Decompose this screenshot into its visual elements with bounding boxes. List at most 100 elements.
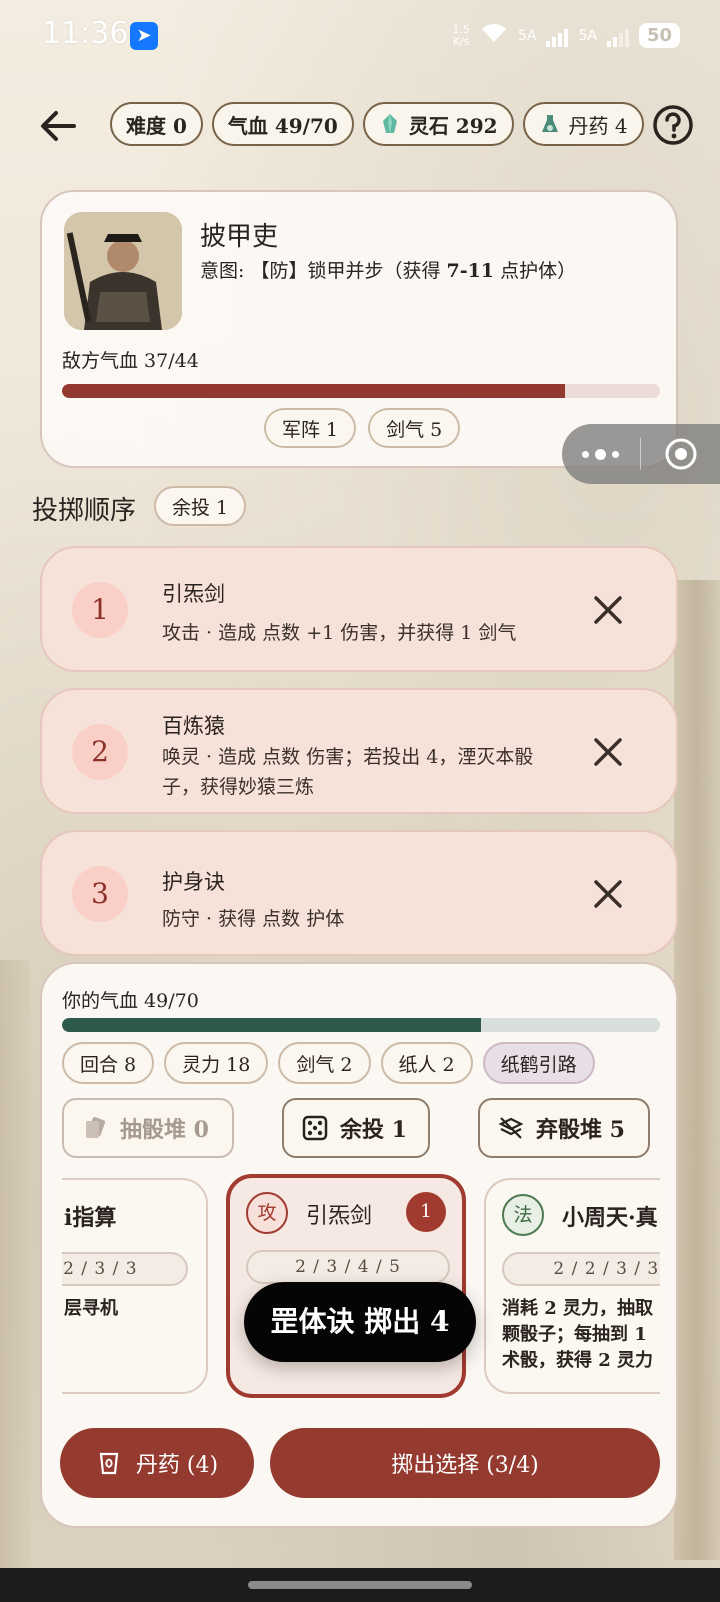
order-item[interactable]: 1 引炁剑 攻击 · 造成 点数 +1 伤害，并获得 1 剑气 [40,546,678,672]
order-number: 3 [72,866,128,922]
elixir-icon [541,115,558,132]
paper-crane-chip[interactable]: 纸鹤引路 [482,1042,595,1084]
order-number: 2 [72,724,128,780]
elixir-pill: 丹药 4 [522,102,644,146]
signal-icon [606,25,629,47]
order-remaining: 余投 1 [154,486,247,526]
remaining-throws-label: 余投 1 [340,1117,407,1143]
close-miniprogram-icon[interactable] [664,437,698,471]
clock: 11:36 [42,16,129,51]
draw-pile-icon [86,1117,106,1138]
intent-value: 7-11 [446,260,495,282]
difficulty-label: 难度 0 [126,113,187,138]
elixir-cup-icon [99,1452,119,1475]
discard-pile-button[interactable]: 弃骰堆 5 [478,1098,650,1158]
dice-card-values: 2 / 3 / 4 / 5 [246,1250,450,1284]
dice-card-count-badge: 1 [406,1192,446,1232]
draw-pile-label: 抽骰堆 0 [120,1117,209,1143]
order-item-title: 引炁剑 [162,582,225,606]
more-icon[interactable] [582,442,619,466]
remove-close-icon[interactable] [590,592,626,628]
net-speed-unit: K/s [452,34,470,48]
round-chip: 回合 8 [62,1042,155,1084]
enemy-portrait [64,212,182,330]
dice-icon [302,1115,328,1141]
back-arrow-icon[interactable] [36,104,80,148]
signal-label-1: 5A [517,27,537,44]
throw-selected-button[interactable]: 掷出选择 (3/4) [270,1428,660,1498]
background-tree-trunk [674,580,720,1560]
app-notification-icon: ➤ [130,22,158,50]
law-type-badge: 法 [502,1194,544,1236]
dice-card-desc-line: 术骰，获得 2 灵力 [502,1350,654,1371]
sword-qi-chip: 剑气 2 [278,1042,371,1084]
signal-label-2: 5A [578,27,597,44]
elixir-label: 丹药 4 [568,113,628,138]
capsule-divider [640,438,641,470]
order-item[interactable]: 2 百炼猿 唤灵 · 造成 点数 伤害；若投出 4，湮灭本骰子，获得妙猿三炼 [40,688,678,814]
dice-piles: 抽骰堆 0 余投 1 弃骰堆 5 [62,1098,660,1160]
throw-result-toast: 罡体诀 掷出 4 [244,1282,476,1362]
draw-pile-button[interactable]: 抽骰堆 0 [62,1098,234,1158]
signal-icon [546,25,569,47]
order-title: 投掷顺序 [32,496,137,526]
miniprogram-capsule [562,424,720,484]
intent-suffix: 点护体） [494,260,577,282]
enemy-hp-fill [62,384,565,398]
order-item-title: 百炼猿 [162,714,225,738]
discard-stack-icon [498,1117,524,1139]
status-bar: 11:36 ➤ 1.5 K/s 5A 5A 50 [0,0,720,74]
dice-card-name: 引炁剑 [306,1204,373,1229]
dice-card-values: 2 / 2 / 2 / 3 / 3 [62,1252,188,1286]
intent-prefix: 意图: 【防】锁甲并步（获得 [200,260,447,282]
dice-card-name: i指算 [64,1205,117,1231]
system-nav-bar [0,1568,720,1602]
player-status-chips: 回合 8 灵力 18 剑气 2 纸人 2 纸鹤引路 [62,1042,595,1084]
elixir-button[interactable]: 丹药 (4) [60,1428,254,1498]
remove-close-icon[interactable] [590,734,626,770]
order-item-desc: 攻击 · 造成 点数 +1 伤害，并获得 1 剑气 [162,622,517,644]
dice-card-name: 小周天·真 [562,1205,658,1231]
dice-card-desc: 消耗 2 灵力，抽取 颗骰子；每抽到 1 术骰，获得 2 灵力 [502,1296,653,1374]
order-item[interactable]: 3 护身诀 防守 · 获得 点数 护体 [40,830,678,956]
enemy-status-chips: 军阵 1 剑气 5 [264,408,461,448]
remaining-throws-chip: 余投 1 [154,486,247,526]
spirit-power-chip: 灵力 18 [164,1042,269,1084]
order-item-desc: 防守 · 获得 点数 护体 [162,908,345,930]
enemy-chip-formation: 军阵 1 [264,408,357,448]
order-item-title: 护身诀 [162,870,225,894]
remove-close-icon[interactable] [590,876,626,912]
spirit-stone-label: 灵石 292 [408,113,498,138]
hp-label: 气血 49/70 [227,113,338,138]
dice-card[interactable]: i指算 2 / 2 / 2 / 3 / 3 层寻机 [62,1178,208,1394]
discard-pile-label: 弃骰堆 5 [536,1117,625,1143]
enemy-hp-bar [62,384,660,398]
enemy-intent: 意图: 【防】锁甲并步（获得 7-11 点护体） [200,256,576,283]
spirit-stone-pill: 灵石 292 [362,102,514,146]
difficulty-pill: 难度 0 [110,102,203,146]
help-icon[interactable] [652,104,694,146]
resource-pills: 难度 0 气血 49/70 灵石 292 丹药 4 [110,102,644,146]
enemy-name: 披甲吏 [200,222,279,252]
enemy-hp-label: 敌方气血 37/44 [62,350,199,372]
dice-card[interactable]: 法 小周天·真 2 / 2 / 3 / 3 / 4 消耗 2 灵力，抽取 颗骰子… [484,1178,660,1394]
player-hp-fill [62,1018,481,1032]
enemy-chip-sword-qi: 剑气 5 [368,408,461,448]
dice-card-desc: 层寻机 [64,1298,118,1319]
player-hp-label: 你的气血 49/70 [62,990,199,1012]
dice-card-desc-line: 颗骰子；每抽到 1 [502,1324,647,1345]
order-item-desc: 唤灵 · 造成 点数 伤害；若投出 4，湮灭本骰子，获得妙猿三炼 [162,746,534,798]
network-speed: 1.5 K/s [452,22,470,48]
order-number: 1 [72,582,128,638]
battery-icon: 50 [638,23,680,48]
net-speed-value: 1.5 [452,22,470,36]
system-indicators: 1.5 K/s 5A 5A 50 [452,22,680,49]
background-post [0,960,30,1600]
paper-figure-chip: 纸人 2 [380,1042,473,1084]
attack-type-badge: 攻 [246,1192,288,1234]
home-indicator[interactable] [248,1581,472,1589]
wifi-icon [480,22,508,49]
remaining-throws-button[interactable]: 余投 1 [282,1098,430,1158]
elixir-button-label: 丹药 (4) [135,1453,219,1478]
spirit-stone-icon [382,114,397,133]
